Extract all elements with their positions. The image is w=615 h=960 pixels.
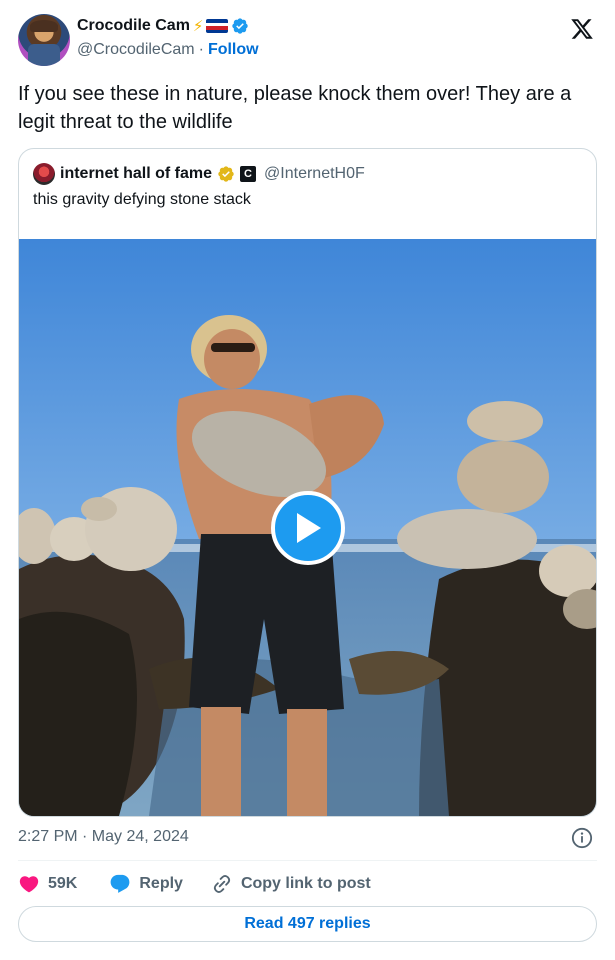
video-thumbnail[interactable] [19,239,596,816]
link-icon [213,875,231,893]
reply-label: Reply [139,875,183,892]
lightning-bolt-icon: ⚡ [192,17,204,35]
affiliate-badge-icon: C [240,166,257,182]
embedded-tweet-card: Crocodile Cam ⚡ @CrocodileCam · Follow I… [0,0,615,960]
x-logo-icon[interactable] [569,17,595,41]
heart-icon [19,876,39,893]
author-display-name[interactable]: Crocodile Cam [77,17,190,35]
read-replies-button[interactable]: Read 497 replies [18,906,597,942]
info-icon[interactable] [571,827,593,849]
author-avatar[interactable] [18,14,70,66]
like-button[interactable]: 59K [18,873,77,895]
avatar-hat [30,20,58,32]
action-bar: 59K Reply Copy link to post [18,872,371,896]
divider [18,860,597,861]
quoted-tweet[interactable]: internet hall of fame C @InternetH0F thi… [18,148,597,817]
like-count: 59K [48,875,78,892]
tweet-text: If you see these in nature, please knock… [18,83,572,133]
play-button[interactable] [271,491,345,565]
quoted-author-name: internet hall of fame [60,165,213,182]
quoted-tweet-text: this gravity defying stone stack [33,191,251,208]
follow-link[interactable]: Follow [208,41,259,59]
author-name-row: Crocodile Cam ⚡ [77,17,249,35]
gold-verified-badge-icon [218,166,234,182]
reply-button[interactable]: Reply [109,873,183,895]
tweet-timestamp[interactable]: 2:27 PM · May 24, 2024 [18,828,189,846]
reply-bubble-icon [110,874,130,893]
quoted-author-avatar [33,163,55,185]
quoted-author-handle: @InternetH0F [264,165,365,182]
play-icon [297,513,321,543]
quoted-tweet-header: internet hall of fame C @InternetH0F [33,163,365,185]
separator-dot: · [198,41,204,58]
copy-link-label: Copy link to post [240,875,371,892]
author-handle-row: @CrocodileCam · Follow [77,41,259,59]
flag-icon [206,19,229,33]
avatar-body [28,44,60,66]
copy-link-button[interactable]: Copy link to post [211,873,371,895]
verified-badge-icon [232,18,249,34]
author-handle[interactable]: @CrocodileCam [77,41,195,59]
